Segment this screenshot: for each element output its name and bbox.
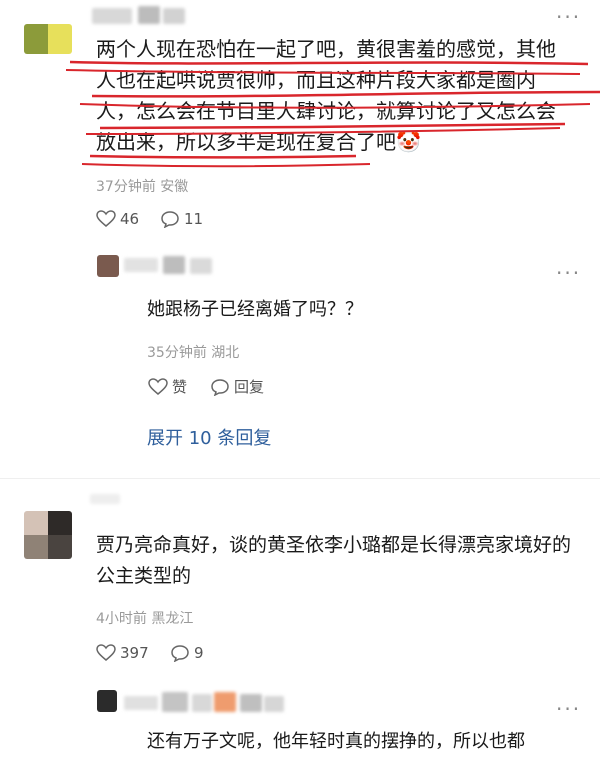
- more-options-icon[interactable]: ···: [556, 699, 581, 719]
- avatar[interactable]: [97, 690, 117, 712]
- heart-icon: [148, 377, 168, 395]
- like-label: 赞: [172, 378, 188, 396]
- reply-timestamp-location: 35分钟前 湖北: [147, 345, 240, 361]
- reply-text: 还有万子文呢，他年轻时真的摆挣的，所以也都: [147, 731, 525, 752]
- red-underline-annotation: [65, 60, 600, 168]
- heart-icon: [96, 210, 116, 227]
- reply-count: 11: [184, 210, 204, 228]
- avatar[interactable]: [24, 511, 72, 559]
- comment-timestamp-location: 4小时前 黑龙江: [96, 611, 194, 627]
- comment-bubble-icon: [171, 645, 189, 662]
- like-count: 397: [120, 644, 149, 662]
- more-options-icon[interactable]: ···: [556, 263, 581, 283]
- reply-label: 回复: [234, 378, 265, 396]
- like-button[interactable]: 赞: [148, 376, 187, 397]
- avatar[interactable]: [97, 255, 119, 277]
- reply-button[interactable]: 回复: [210, 376, 264, 397]
- comment-text: 贾乃亮命真好，谈的黄圣依李小璐都是长得漂亮家境好的公主类型的: [96, 534, 572, 587]
- divider: [0, 478, 600, 479]
- reply-button[interactable]: 9: [170, 644, 204, 662]
- comment-bubble-icon: [161, 211, 179, 228]
- reply-button[interactable]: 11: [160, 210, 203, 228]
- reply-count: 9: [194, 644, 204, 662]
- expand-replies-link[interactable]: 展开 10 条回复: [147, 424, 271, 450]
- like-count: 46: [120, 210, 140, 228]
- like-button[interactable]: 397: [96, 644, 149, 662]
- comment-bubble-icon: [211, 378, 229, 396]
- comment-timestamp-location: 37分钟前 安徽: [96, 179, 189, 195]
- reply-text: 她跟杨子已经离婚了吗？？: [147, 299, 363, 320]
- heart-icon: [96, 644, 116, 661]
- like-button[interactable]: 46: [96, 210, 139, 228]
